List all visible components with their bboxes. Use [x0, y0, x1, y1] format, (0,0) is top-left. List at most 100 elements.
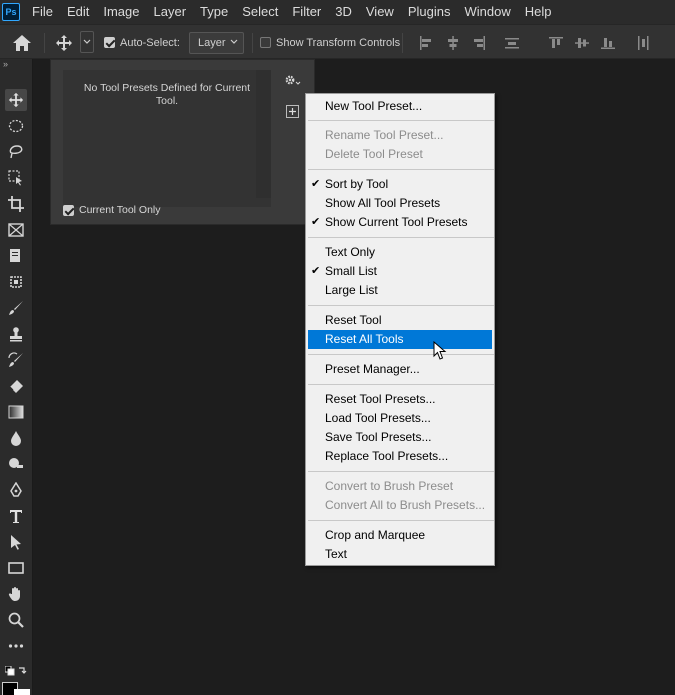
gear-icon [285, 75, 301, 85]
current-tool-only-toggle[interactable]: Current Tool Only [63, 204, 161, 216]
photoshop-logo[interactable]: Ps [2, 3, 20, 21]
menu-edit[interactable]: Edit [61, 0, 97, 24]
brush-tool-icon[interactable] [5, 297, 27, 319]
align-horizontal-centers-icon[interactable] [446, 36, 460, 50]
rectangle-tool-icon[interactable] [5, 557, 27, 579]
pen-tool-icon[interactable] [5, 479, 27, 501]
tools-panel: » [0, 59, 33, 695]
menu-item-preset-manager[interactable]: Preset Manager... [308, 360, 492, 379]
menu-layer[interactable]: Layer [148, 0, 195, 24]
eyedropper-tool-icon[interactable] [5, 245, 27, 267]
spot-healing-brush-tool-icon[interactable] [5, 271, 27, 293]
menu-separator [308, 169, 494, 170]
menu-separator [308, 354, 494, 355]
crop-tool-icon[interactable] [5, 193, 27, 215]
tools-panel-collapse-toggle[interactable]: » [0, 59, 32, 71]
tool-presets-context-menu: New Tool Preset... Rename Tool Preset...… [305, 93, 495, 566]
menu-item-label: Show All Tool Presets [325, 196, 441, 210]
distribute-vertical-icon[interactable] [505, 36, 519, 50]
menu-item-label: Reset Tool Presets... [325, 392, 436, 406]
menu-item-delete-tool-preset[interactable]: Delete Tool Preset [308, 145, 492, 164]
menu-item-save-tool-presets[interactable]: Save Tool Presets... [308, 428, 492, 447]
menu-file[interactable]: File [26, 0, 61, 24]
dodge-tool-icon[interactable] [5, 453, 27, 475]
tool-preset-dropdown[interactable] [80, 31, 94, 53]
menu-item-reset-tool[interactable]: Reset Tool [308, 311, 492, 330]
chevron-down-icon [83, 39, 91, 44]
menu-type[interactable]: Type [194, 0, 236, 24]
menu-item-label: Delete Tool Preset [325, 147, 423, 161]
align-right-edges-icon[interactable] [472, 36, 486, 50]
menu-item-text-only[interactable]: Text Only [308, 243, 492, 262]
menu-item-label: New Tool Preset... [325, 99, 423, 113]
edit-toolbar-icon[interactable] [5, 635, 27, 657]
menu-item-load-tool-presets[interactable]: Load Tool Presets... [308, 409, 492, 428]
eraser-tool-icon[interactable] [5, 375, 27, 397]
auto-select-checkbox[interactable] [104, 37, 115, 48]
mouse-pointer-icon [433, 341, 447, 360]
type-tool-icon[interactable] [5, 505, 27, 527]
background-color-swatch[interactable] [14, 689, 30, 695]
menu-item-small-list[interactable]: ✔ Small List [308, 262, 492, 281]
menu-item-convert-to-brush-preset[interactable]: Convert to Brush Preset [308, 477, 492, 496]
menu-select[interactable]: Select [236, 0, 286, 24]
menu-item-crop-and-marquee[interactable]: Crop and Marquee [308, 526, 492, 545]
menu-item-sort-by-tool[interactable]: ✔ Sort by Tool [308, 175, 492, 194]
history-brush-tool-icon[interactable] [5, 349, 27, 371]
menu-help[interactable]: Help [519, 0, 560, 24]
tool-presets-list[interactable]: No Tool Presets Defined for Current Tool… [63, 70, 271, 207]
menu-item-label: Preset Manager... [325, 362, 420, 376]
menu-image[interactable]: Image [97, 0, 147, 24]
create-new-preset-button[interactable] [286, 105, 299, 118]
menu-3d[interactable]: 3D [329, 0, 360, 24]
blur-tool-icon[interactable] [5, 427, 27, 449]
menu-item-text[interactable]: Text [308, 545, 492, 564]
menu-view[interactable]: View [360, 0, 402, 24]
frame-tool-icon[interactable] [5, 219, 27, 241]
distribute-horizontal-icon[interactable] [636, 36, 650, 50]
menu-item-label: Convert to Brush Preset [325, 479, 454, 493]
align-vertical-centers-icon[interactable] [575, 36, 589, 50]
show-transform-checkbox[interactable] [260, 37, 271, 48]
menu-item-label: Save Tool Presets... [325, 430, 432, 444]
menu-item-large-list[interactable]: Large List [308, 281, 492, 300]
gradient-tool-icon[interactable] [5, 401, 27, 423]
align-top-edges-icon[interactable] [549, 36, 563, 50]
menu-item-new-tool-preset[interactable]: New Tool Preset... [308, 97, 492, 116]
menu-filter[interactable]: Filter [286, 0, 329, 24]
menu-item-label: Rename Tool Preset... [325, 128, 444, 142]
move-tool-preset-button[interactable] [55, 25, 73, 60]
tool-presets-panel: No Tool Presets Defined for Current Tool… [50, 59, 315, 225]
current-tool-only-checkbox[interactable] [63, 204, 74, 216]
current-tool-only-label: Current Tool Only [79, 204, 161, 216]
object-selection-tool-icon[interactable] [5, 167, 27, 189]
elliptical-marquee-tool-icon[interactable] [5, 115, 27, 137]
menu-item-label: Text Only [325, 245, 376, 259]
panel-menu-button[interactable] [283, 72, 303, 90]
auto-select-toggle[interactable]: Auto-Select: [104, 25, 180, 60]
show-transform-controls-toggle[interactable]: Show Transform Controls [260, 25, 400, 60]
menu-item-replace-tool-presets[interactable]: Replace Tool Presets... [308, 447, 492, 466]
lasso-tool-icon[interactable] [5, 141, 27, 163]
menu-window[interactable]: Window [458, 0, 518, 24]
menu-item-show-current-tool-presets[interactable]: ✔ Show Current Tool Presets [308, 213, 492, 232]
align-bottom-edges-icon[interactable] [601, 36, 615, 50]
auto-select-target-select[interactable]: Layer [189, 32, 244, 54]
options-divider [252, 33, 253, 53]
clone-stamp-tool-icon[interactable] [5, 323, 27, 345]
align-left-edges-icon[interactable] [419, 36, 433, 50]
menu-item-show-all-tool-presets[interactable]: Show All Tool Presets [308, 194, 492, 213]
menu-item-reset-all-tools[interactable]: Reset All Tools [308, 330, 492, 349]
menu-item-convert-all-to-brush-presets[interactable]: Convert All to Brush Presets... [308, 496, 492, 515]
path-selection-tool-icon[interactable] [5, 531, 27, 553]
home-icon [13, 34, 31, 51]
zoom-tool-icon[interactable] [5, 609, 27, 631]
menu-plugins[interactable]: Plugins [402, 0, 459, 24]
menu-item-label: Replace Tool Presets... [325, 449, 449, 463]
menu-item-reset-tool-presets[interactable]: Reset Tool Presets... [308, 390, 492, 409]
tool-presets-scrollbar[interactable] [256, 70, 271, 198]
menu-item-rename-tool-preset[interactable]: Rename Tool Preset... [308, 126, 492, 145]
hand-tool-icon[interactable] [5, 583, 27, 605]
move-tool-icon[interactable] [5, 89, 27, 111]
home-button[interactable] [12, 25, 32, 60]
